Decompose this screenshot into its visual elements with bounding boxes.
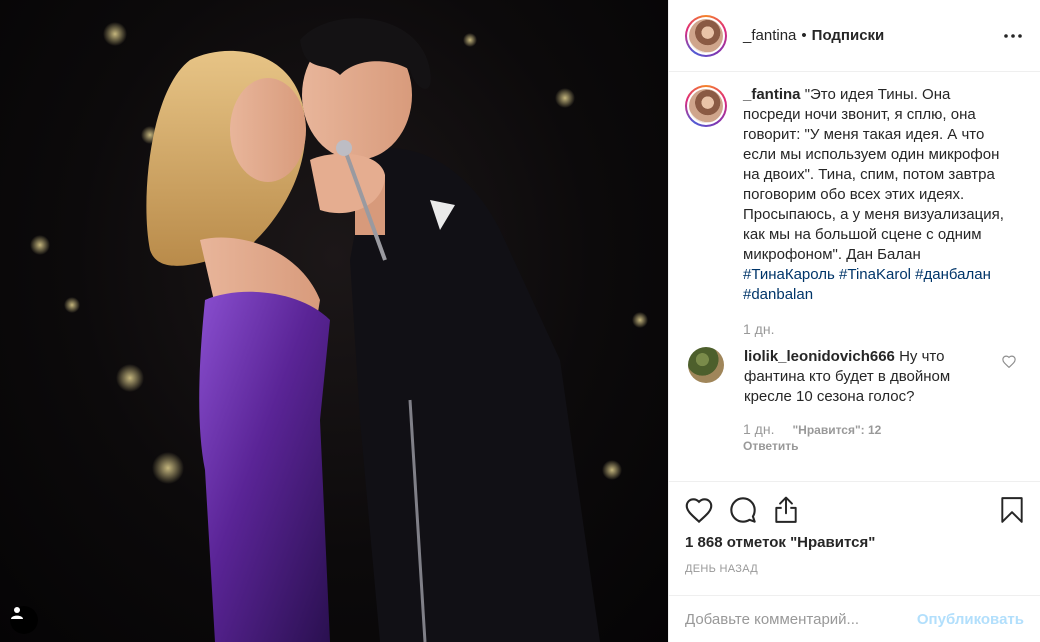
caption: _fantina "Это идея Тины. Она посреди ноч… xyxy=(685,85,1024,305)
author-avatar[interactable] xyxy=(685,14,727,57)
author-avatar-image xyxy=(689,18,723,53)
share-icon xyxy=(775,496,797,523)
heart-icon xyxy=(685,498,713,523)
more-options-button[interactable] xyxy=(1002,25,1024,47)
comment-like-button[interactable] xyxy=(1002,355,1016,373)
caption-avatar-image xyxy=(689,89,723,123)
add-comment-form: Опубликовать xyxy=(669,595,1040,642)
commenter-avatar[interactable] xyxy=(688,347,724,383)
share-button[interactable] xyxy=(773,490,817,530)
comments-list[interactable]: _fantina "Это идея Тины. Она посреди ноч… xyxy=(669,73,1040,481)
post-header: _fantina • Подписки xyxy=(669,0,1040,72)
more-horizontal-icon xyxy=(1004,33,1022,38)
post-photo[interactable] xyxy=(0,0,668,642)
comment-bubble-icon xyxy=(730,497,756,523)
action-buttons xyxy=(685,482,1024,538)
likes-count[interactable]: 1 868 отметок "Нравится" xyxy=(685,534,1024,551)
like-button[interactable] xyxy=(685,490,729,530)
instagram-post-modal: _fantina • Подписки _fantina "Это идея Т… xyxy=(0,0,1040,642)
commenter-username[interactable]: liolik_leonidovich666 xyxy=(744,348,895,365)
user-tag-icon xyxy=(11,607,23,619)
tagged-users-button[interactable] xyxy=(10,606,38,634)
caption-text: "Это идея Тины. Она посреди ночи звонит,… xyxy=(743,86,1004,263)
comment-button[interactable] xyxy=(729,490,773,530)
heart-icon xyxy=(1002,355,1016,369)
caption-avatar[interactable] xyxy=(685,85,727,127)
photo-illustration xyxy=(30,18,648,642)
comment-likes[interactable]: "Нравится": 12 xyxy=(792,423,881,437)
header-separator: • xyxy=(801,27,807,44)
bookmark-icon xyxy=(1001,497,1023,523)
reply-button[interactable]: Ответить xyxy=(743,439,1024,453)
comment-time[interactable]: 1 дн. xyxy=(743,421,774,437)
post-actions: 1 868 отметок "Нравится" день назад xyxy=(669,481,1040,575)
post-date[interactable]: день назад xyxy=(685,563,1024,575)
author-username[interactable]: _fantina xyxy=(743,27,796,44)
caption-time[interactable]: 1 дн. xyxy=(743,321,1024,337)
publish-button[interactable]: Опубликовать xyxy=(917,611,1024,628)
following-button[interactable]: Подписки xyxy=(812,27,885,44)
post-sidebar: _fantina • Подписки _fantina "Это идея Т… xyxy=(668,0,1040,642)
caption-username[interactable]: _fantina xyxy=(743,86,801,103)
save-button[interactable] xyxy=(1000,490,1024,530)
comment-input[interactable] xyxy=(685,610,917,628)
comment-meta: 1 дн. "Нравится": 12 xyxy=(743,421,1024,437)
comment-item: liolik_leonidovich666 Ну что фантина кто… xyxy=(685,347,1024,407)
caption-hashtags[interactable]: #ТинаКароль #TinaKarol #данбалан #danbal… xyxy=(743,266,991,303)
